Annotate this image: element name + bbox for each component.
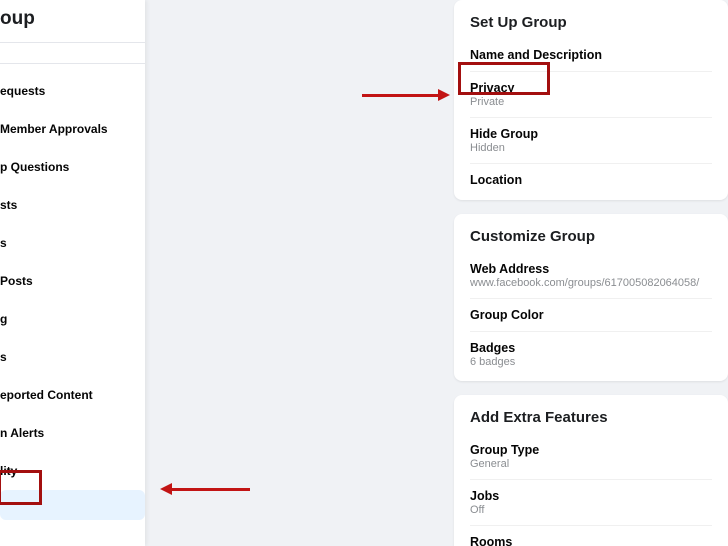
sidebar-item-requests[interactable]: equests bbox=[0, 72, 145, 110]
sidebar-divider bbox=[0, 63, 145, 64]
row-label: Group Color bbox=[470, 308, 712, 322]
row-label: Privacy bbox=[470, 81, 712, 95]
sidebar-item-reported-content[interactable]: eported Content bbox=[0, 376, 145, 414]
row-hide-group[interactable]: Hide Group Hidden bbox=[470, 117, 712, 163]
card-setup-group: Set Up Group Name and Description Privac… bbox=[454, 0, 728, 200]
row-rooms[interactable]: Rooms On bbox=[470, 525, 712, 546]
sidebar: oup equests Member Approvals p Questions… bbox=[0, 0, 145, 546]
row-group-color[interactable]: Group Color bbox=[470, 298, 712, 331]
sidebar-item-selected[interactable] bbox=[0, 490, 145, 520]
annotation-arrow-left bbox=[160, 484, 250, 496]
row-label: Hide Group bbox=[470, 127, 712, 141]
card-title-extra: Add Extra Features bbox=[470, 409, 712, 426]
row-value: Off bbox=[470, 504, 712, 516]
row-privacy[interactable]: Privacy Private bbox=[470, 71, 712, 117]
card-customize-group: Customize Group Web Address www.facebook… bbox=[454, 214, 728, 381]
sidebar-item-alerts[interactable]: n Alerts bbox=[0, 414, 145, 452]
sidebar-item-s1[interactable]: s bbox=[0, 224, 145, 262]
row-value: Private bbox=[470, 96, 712, 108]
sidebar-item-posts[interactable]: sts bbox=[0, 186, 145, 224]
settings-cards: Set Up Group Name and Description Privac… bbox=[454, 0, 728, 546]
row-label: Badges bbox=[470, 341, 712, 355]
sidebar-title-underline bbox=[0, 42, 145, 43]
row-badges[interactable]: Badges 6 badges bbox=[470, 331, 712, 377]
row-label: Location bbox=[470, 173, 712, 187]
row-value: Hidden bbox=[470, 142, 712, 154]
row-name-description[interactable]: Name and Description bbox=[470, 39, 712, 71]
row-group-type[interactable]: Group Type General bbox=[470, 434, 712, 479]
arrow-line bbox=[362, 94, 440, 97]
row-label: Name and Description bbox=[470, 48, 712, 62]
row-value: General bbox=[470, 458, 712, 470]
sidebar-title: oup bbox=[0, 0, 145, 42]
row-web-address[interactable]: Web Address www.facebook.com/groups/6170… bbox=[470, 253, 712, 298]
arrow-head-icon bbox=[160, 483, 172, 495]
row-label: Jobs bbox=[470, 489, 712, 503]
sidebar-item-g[interactable]: g bbox=[0, 300, 145, 338]
card-title-setup: Set Up Group bbox=[470, 14, 712, 31]
sidebar-item-lity[interactable]: lity bbox=[0, 452, 145, 490]
sidebar-item-member-approvals[interactable]: Member Approvals bbox=[0, 110, 145, 148]
sidebar-item-posts2[interactable]: Posts bbox=[0, 262, 145, 300]
row-label: Rooms bbox=[470, 535, 712, 546]
annotation-arrow-right bbox=[362, 90, 452, 102]
sidebar-item-s2[interactable]: s bbox=[0, 338, 145, 376]
arrow-line bbox=[172, 488, 250, 491]
row-value: 6 badges bbox=[470, 356, 712, 368]
sidebar-item-questions[interactable]: p Questions bbox=[0, 148, 145, 186]
row-label: Web Address bbox=[470, 262, 712, 276]
row-jobs[interactable]: Jobs Off bbox=[470, 479, 712, 525]
row-label: Group Type bbox=[470, 443, 712, 457]
row-value: www.facebook.com/groups/617005082064058/ bbox=[470, 277, 712, 289]
row-location[interactable]: Location bbox=[470, 163, 712, 196]
card-extra-features: Add Extra Features Group Type General Jo… bbox=[454, 395, 728, 546]
arrow-head-icon bbox=[438, 89, 450, 101]
card-title-customize: Customize Group bbox=[470, 228, 712, 245]
